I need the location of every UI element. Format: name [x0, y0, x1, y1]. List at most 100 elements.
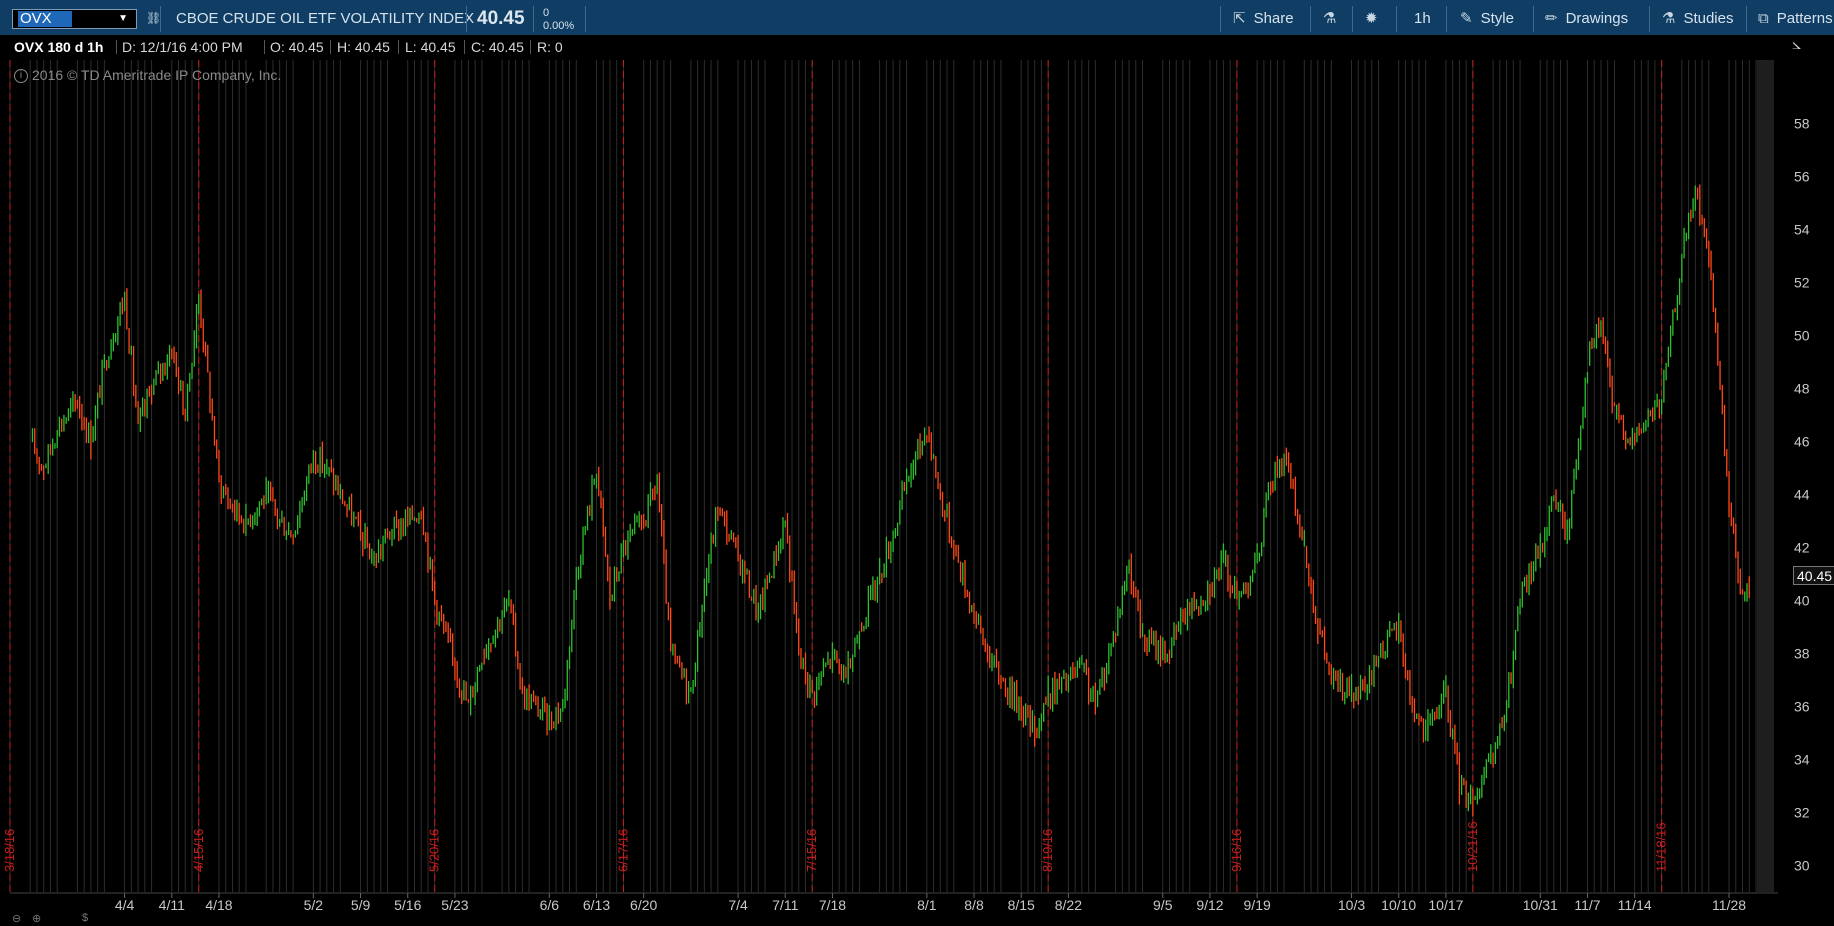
toolbar-divider: [1352, 6, 1353, 32]
patterns-button[interactable]: ⧉ Patterns: [1758, 0, 1833, 38]
link-icon[interactable]: ⛓: [146, 11, 161, 25]
aggregation-button[interactable]: 1h: [1414, 0, 1431, 38]
x-tick-label: 6/6: [540, 897, 560, 913]
y-tick-label: 32: [1794, 805, 1810, 821]
x-tick-label: 10/3: [1338, 897, 1365, 913]
settings-button[interactable]: ✹: [1365, 0, 1386, 38]
toolbar-divider: [585, 6, 586, 32]
chevron-down-icon[interactable]: ▼: [118, 12, 128, 26]
symbol-description: CBOE CRUDE OIL ETF VOLATILITY INDEX: [176, 10, 475, 27]
x-tick-label: 7/11: [772, 897, 798, 913]
toolbar-divider: [1649, 6, 1650, 32]
bar-open: O: 40.45: [270, 39, 324, 55]
y-tick-label: 48: [1794, 381, 1810, 397]
toolbar-divider: [533, 6, 534, 32]
symbol-input[interactable]: OVX: [18, 11, 72, 27]
x-tick-label: 5/9: [351, 897, 371, 913]
flask-button[interactable]: ⚗: [1323, 0, 1344, 38]
share-label: Share: [1253, 10, 1294, 27]
studies-label: Studies: [1683, 10, 1734, 27]
x-tick-label: 7/18: [819, 897, 846, 913]
share-icon: ⇱: [1233, 10, 1246, 27]
expiration-lines: [9, 60, 1663, 892]
x-tick-label: 9/12: [1196, 897, 1223, 913]
y-tick-label: 38: [1794, 646, 1810, 662]
x-tick-label: 4/11: [159, 897, 185, 913]
toolbar-divider: [1446, 6, 1447, 32]
bar-close: C: 40.45: [471, 39, 524, 55]
time-axis: 4/4 4/11 4/18 5/2 5/9 5/16 5/23 6/6 6/13 6/20 7/4 7…: [115, 893, 1746, 913]
y-tick-label: 40: [1794, 593, 1810, 609]
info-divider: [398, 40, 399, 54]
flask-icon: ⚗: [1662, 10, 1676, 27]
net-change: 0: [543, 7, 550, 19]
studies-button[interactable]: ⚗ Studies: [1662, 0, 1734, 38]
expiry-label: 8/19/16: [1040, 829, 1055, 872]
x-tick-label: 6/20: [630, 897, 657, 913]
toolbar-divider: [1310, 6, 1311, 32]
price-bars: [31, 184, 1750, 817]
x-tick-label: 9/19: [1244, 897, 1271, 913]
vertical-grid: [9, 60, 1757, 892]
style-button[interactable]: ✎ Style: [1460, 0, 1514, 38]
x-tick-label: 10/17: [1428, 897, 1463, 913]
info-icon[interactable]: i: [14, 69, 28, 84]
style-label: Style: [1480, 10, 1514, 27]
price-chart[interactable]: 3/18/16 4/15/16 5/20/16 6/17/16 7/15/16 8/19/…: [0, 0, 1834, 926]
bar-low: L: 40.45: [405, 39, 456, 55]
info-divider: [330, 40, 331, 54]
toolbar-divider: [466, 6, 467, 32]
info-divider: [264, 40, 265, 54]
expiry-label: 6/17/16: [615, 829, 630, 872]
expiry-label: 5/20/16: [427, 829, 442, 872]
x-tick-label: 8/8: [964, 897, 984, 913]
chart-info-bar: OVX 180 d 1h D: 12/1/16 4:00 PM O: 40.45…: [0, 35, 1834, 59]
chart-title: OVX 180 d 1h: [14, 39, 104, 55]
x-tick-label: 4/4: [115, 897, 135, 913]
y-tick-label: 50: [1794, 328, 1810, 344]
expiry-label: 11/18/16: [1654, 822, 1669, 872]
x-tick-label: 7/4: [728, 897, 748, 913]
toolbar-divider: [160, 6, 161, 32]
y-tick-label: 36: [1794, 699, 1810, 715]
bar-date: D: 12/1/16 4:00 PM: [122, 39, 243, 55]
x-tick-label: 10/31: [1523, 897, 1558, 913]
drawings-button[interactable]: ✏ Drawings: [1545, 0, 1628, 38]
last-price-tag: 40.45: [1793, 566, 1834, 585]
toolbar-divider: [1220, 6, 1221, 32]
expiry-label: 7/15/16: [804, 829, 819, 872]
pencil-icon: ✏: [1545, 10, 1558, 27]
bar-range: R: 0: [537, 39, 563, 55]
share-button[interactable]: ⇱ Share: [1233, 0, 1294, 38]
y-tick-label: 44: [1794, 487, 1810, 503]
y-tick-label: 56: [1794, 169, 1810, 185]
flask-icon: ⚗: [1323, 10, 1337, 27]
price-axis: 30 32 34 36 38 40 42 44 46 48 50 52 54 56 58: [1794, 116, 1810, 874]
drawing-tools-icon[interactable]: ⦣: [1792, 36, 1801, 54]
toolbar: OVX ▼ ⛓ CBOE CRUDE OIL ETF VOLATILITY IN…: [0, 0, 1834, 38]
y-tick-label: 58: [1794, 116, 1810, 132]
x-tick-label: 5/16: [394, 897, 421, 913]
percent-change: 0.00%: [543, 20, 575, 32]
zoom-out-icon[interactable]: ⊖: [12, 912, 21, 925]
expiry-label: 4/15/16: [191, 829, 206, 872]
expiry-label: 3/18/16: [2, 829, 17, 872]
y-tick-label: 52: [1794, 275, 1810, 291]
x-tick-label: 9/5: [1153, 897, 1173, 913]
toolbar-divider: [1396, 6, 1397, 32]
copyright-notice: i 2016 © TD Ameritrade IP Company, Inc.: [14, 67, 281, 84]
x-tick-label: 5/2: [304, 897, 324, 913]
gear-icon: ✹: [1365, 10, 1378, 27]
x-tick-label: 11/7: [1574, 897, 1600, 913]
expiry-label: 9/16/16: [1229, 829, 1244, 872]
toolbar-divider: [1533, 6, 1534, 32]
x-tick-label: 11/28: [1712, 897, 1746, 913]
price-axis-scrollbar[interactable]: [1757, 60, 1774, 892]
y-tick-label: 46: [1794, 434, 1810, 450]
zoom-in-icon[interactable]: ⊕: [32, 912, 41, 925]
x-tick-label: 8/22: [1055, 897, 1082, 913]
last-price: 40.45: [477, 8, 525, 29]
x-tick-label: 10/10: [1381, 897, 1416, 913]
dollar-icon[interactable]: $: [82, 912, 88, 924]
symbol-selector[interactable]: OVX ▼: [12, 9, 137, 29]
